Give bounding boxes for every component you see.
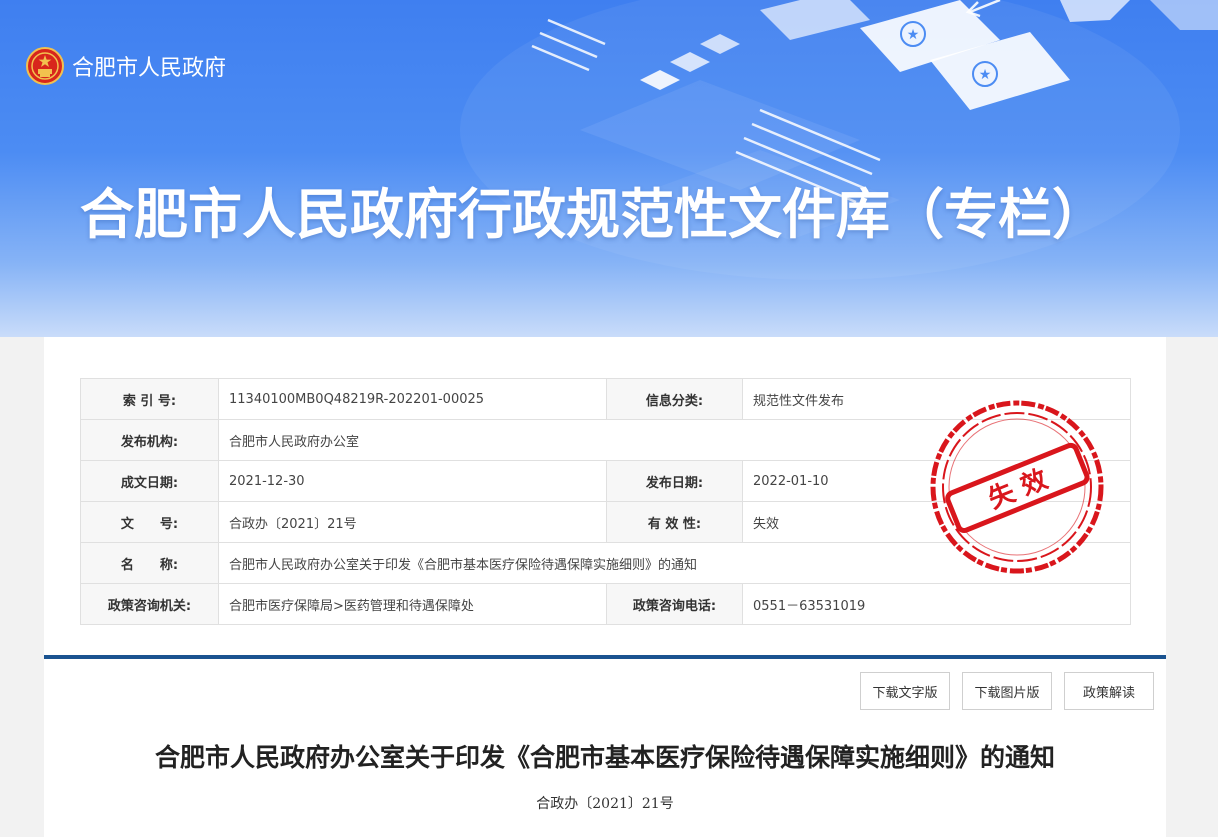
meta-row: 政策咨询机关: 合肥市医疗保障局>医药管理和待遇保障处 政策咨询电话: 0551… [80, 583, 1131, 625]
document-name-label: 名 称: [80, 542, 219, 584]
consult-phone-value: 0551－63531019 [742, 583, 1131, 625]
policy-reading-button[interactable]: 政策解读 [1064, 672, 1154, 710]
consult-org-label: 政策咨询机关: [80, 583, 219, 625]
site-brand[interactable]: 合肥市人民政府 [26, 47, 226, 85]
site-name: 合肥市人民政府 [72, 56, 227, 81]
download-image-button[interactable]: 下载图片版 [962, 672, 1052, 710]
svg-text:★: ★ [907, 27, 920, 43]
consult-org-value: 合肥市医疗保障局>医药管理和待遇保障处 [218, 583, 607, 625]
document-number: 合政办〔2021〕21号 [536, 796, 674, 812]
index-value: 11340100MB0Q48219R-202201-00025 [218, 378, 607, 420]
invalid-stamp-icon: 失 效 [930, 400, 1104, 574]
publisher-label: 发布机构: [80, 419, 219, 461]
created-date-value: 2021-12-30 [218, 460, 607, 502]
national-emblem-icon [26, 47, 64, 85]
document-title: 合肥市人民政府办公室关于印发《合肥市基本医疗保险待遇保障实施细则》的通知 [154, 743, 1055, 772]
index-label: 索 引 号: [80, 378, 219, 420]
header-banner: ★ ★ 合肥市人民政府 合肥市人民政府行政规范性文件库（专栏） [0, 0, 1218, 337]
created-date-label: 成文日期: [80, 460, 219, 502]
published-date-label: 发布日期: [606, 460, 743, 502]
category-label: 信息分类: [606, 378, 743, 420]
section-divider [44, 655, 1166, 659]
banner-title: 合肥市人民政府行政规范性文件库（专栏） [80, 183, 1106, 246]
svg-text:★: ★ [979, 67, 992, 83]
document-number-value: 合政办〔2021〕21号 [218, 501, 607, 543]
consult-phone-label: 政策咨询电话: [606, 583, 743, 625]
validity-label: 有 效 性: [606, 501, 743, 543]
document-number-label: 文 号: [80, 501, 219, 543]
download-text-button[interactable]: 下载文字版 [860, 672, 950, 710]
